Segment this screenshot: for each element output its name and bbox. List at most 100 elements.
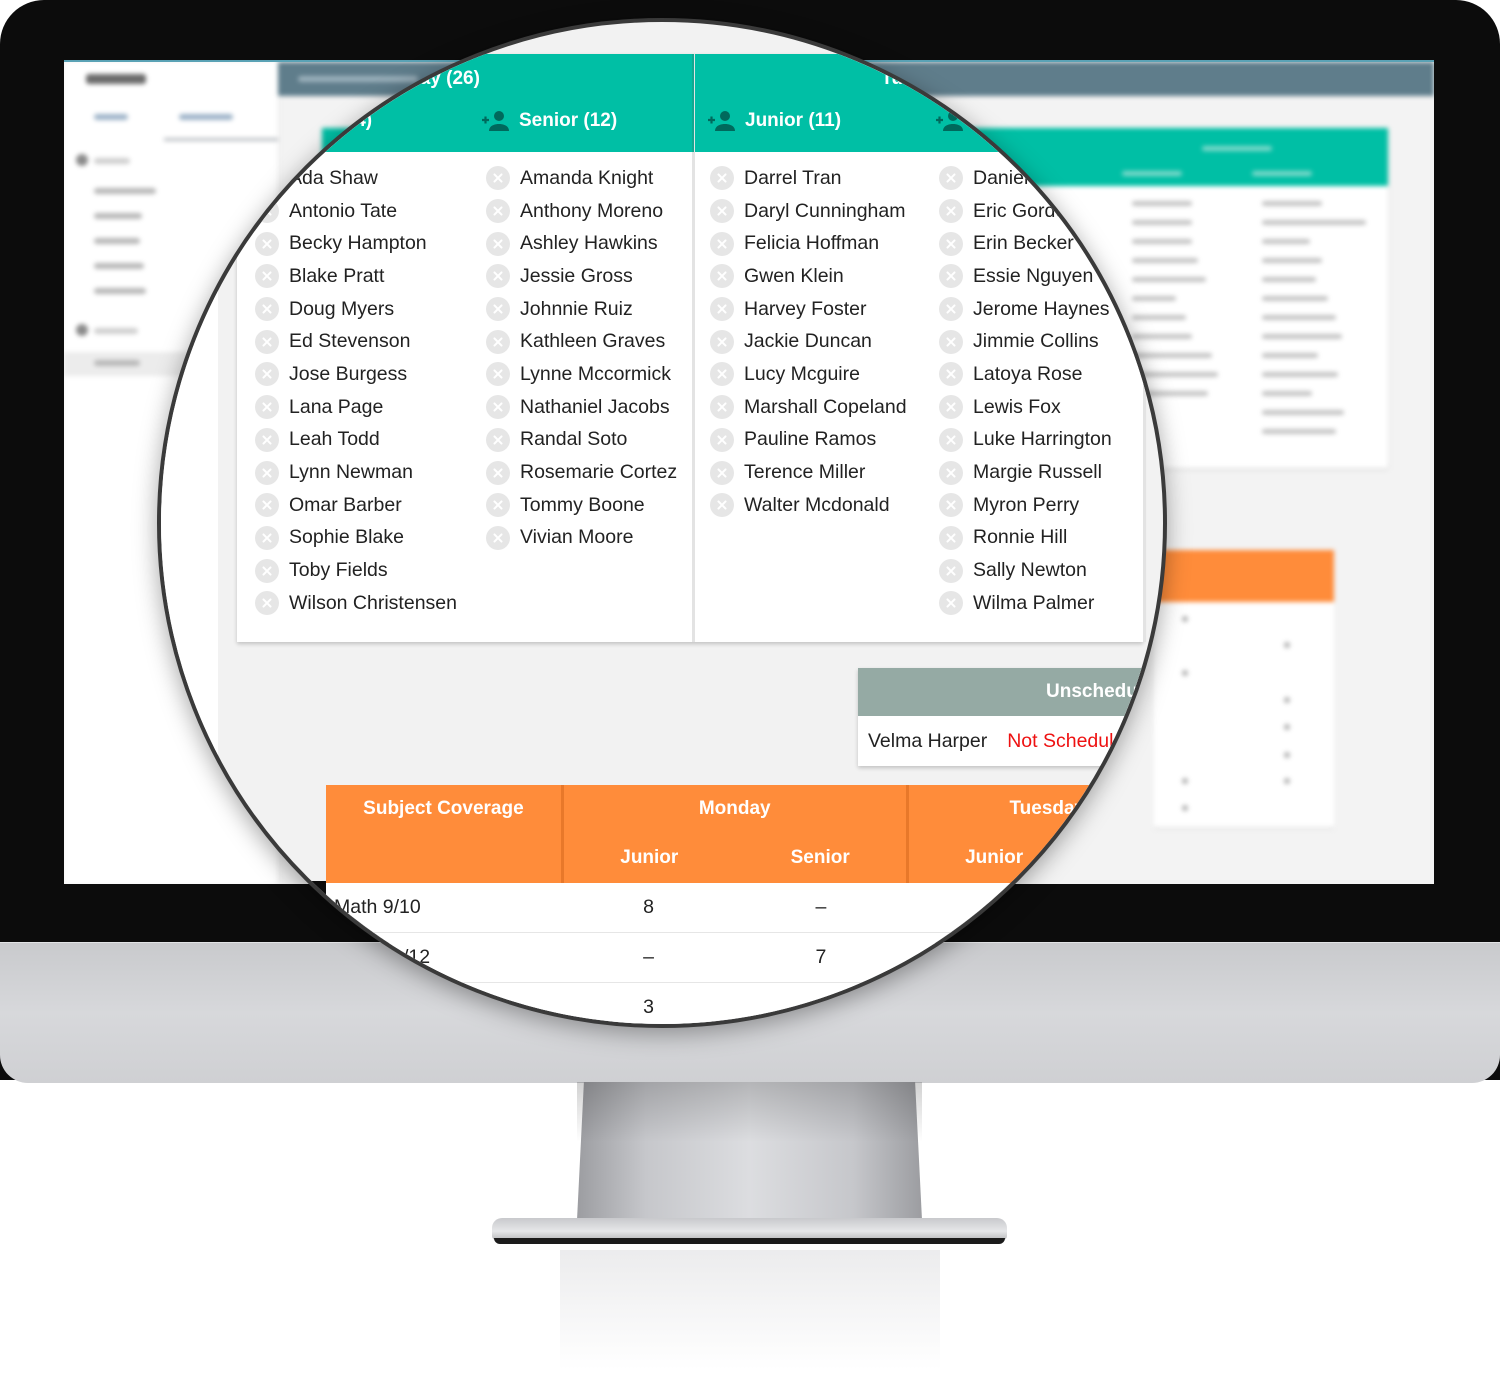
remove-student-icon[interactable] [486, 264, 510, 289]
remove-student-icon[interactable] [939, 329, 963, 354]
sidebar-item[interactable] [94, 213, 142, 219]
student-name: Margie Russell [973, 461, 1102, 484]
group-label-bg [1252, 171, 1312, 176]
sidebar-item[interactable] [94, 263, 144, 269]
student-name: Sophie Blake [289, 526, 404, 549]
remove-student-icon[interactable] [710, 166, 734, 191]
remove-student-icon[interactable] [486, 297, 510, 322]
remove-student-icon[interactable] [939, 231, 963, 256]
remove-student-icon[interactable] [939, 427, 963, 452]
add-person-icon[interactable] [935, 110, 965, 132]
student-item: Ada Shaw [255, 162, 457, 195]
student-name: Velma Harper [868, 729, 988, 752]
name-bg [1262, 258, 1322, 263]
coverage-subheader: Senior [734, 833, 908, 883]
remove-student-icon[interactable] [710, 329, 734, 354]
remove-student-icon[interactable] [486, 395, 510, 420]
student-name: Lynn Newman [289, 461, 413, 484]
remove-student-icon[interactable] [939, 460, 963, 485]
coverage-value: 8 [562, 883, 735, 933]
add-person-icon[interactable] [481, 110, 511, 132]
student-item: Gwen Klein [710, 260, 907, 293]
student-item: Toby Fields [255, 554, 457, 587]
remove-student-icon[interactable] [710, 231, 734, 256]
sidebar-item[interactable] [94, 360, 140, 366]
remove-student-icon[interactable] [255, 395, 279, 420]
remove-student-icon[interactable] [486, 525, 510, 550]
group-header-junior[interactable]: Junior (14) [237, 110, 372, 132]
coverage-day-header: Tuesday [905, 785, 1163, 833]
remove-student-icon[interactable] [939, 525, 963, 550]
remove-student-icon[interactable] [486, 231, 510, 256]
student-name: Kathleen Graves [520, 330, 666, 353]
day-header: Tuesday Junior (11) Senior [695, 54, 1143, 152]
remove-student-icon[interactable] [710, 264, 734, 289]
remove-student-icon[interactable] [710, 297, 734, 322]
remove-student-icon[interactable] [710, 427, 734, 452]
remove-student-icon[interactable] [255, 166, 279, 191]
remove-student-icon[interactable] [939, 558, 963, 583]
subject-coverage-table: Subject Coverage Monday Tuesday Junior S… [326, 785, 1163, 1024]
remove-student-icon[interactable] [710, 493, 734, 518]
add-person-icon[interactable] [707, 110, 737, 132]
remove-student-icon[interactable] [255, 199, 279, 224]
remove-student-icon[interactable] [486, 460, 510, 485]
remove-student-icon[interactable] [486, 329, 510, 354]
remove-student-icon[interactable] [255, 493, 279, 518]
remove-student-icon[interactable] [486, 166, 510, 191]
add-person-icon[interactable] [237, 110, 267, 132]
remove-student-icon[interactable] [255, 591, 279, 616]
student-item: Antonio Tate [255, 195, 457, 228]
remove-student-icon[interactable] [710, 460, 734, 485]
remove-student-icon[interactable] [939, 199, 963, 224]
group-header-senior[interactable]: Senior [935, 110, 1032, 132]
remove-student-icon[interactable] [255, 264, 279, 289]
remove-student-icon[interactable] [939, 362, 963, 387]
remove-student-icon[interactable] [939, 493, 963, 518]
remove-student-icon[interactable] [255, 427, 279, 452]
remove-student-icon[interactable] [255, 231, 279, 256]
group-header-junior[interactable]: Junior (11) [707, 110, 841, 132]
sidebar-tab-input[interactable] [94, 114, 128, 120]
remove-student-icon[interactable] [486, 199, 510, 224]
unscheduled-card: Unscheduled Velma Harper Not Scheduled [858, 668, 1163, 766]
subject-name: Math 9/10 [326, 883, 563, 933]
coverage-value [734, 982, 908, 1024]
student-item: Sophie Blake [255, 522, 457, 555]
student-item: Walter Mcdonald [710, 489, 907, 522]
remove-student-icon[interactable] [939, 395, 963, 420]
remove-student-icon[interactable] [710, 199, 734, 224]
remove-student-icon[interactable] [939, 264, 963, 289]
remove-student-icon[interactable] [255, 297, 279, 322]
student-item: Essie Nguyen [939, 260, 1112, 293]
day-column-monday: Monday (26) Junior (14) Senior (12) Ada … [237, 54, 695, 642]
remove-student-icon[interactable] [486, 362, 510, 387]
remove-student-icon[interactable] [939, 297, 963, 322]
sidebar-item[interactable] [94, 238, 140, 244]
remove-student-icon[interactable] [255, 460, 279, 485]
remove-student-icon[interactable] [939, 166, 963, 191]
student-name: Ada Shaw [289, 166, 378, 189]
remove-student-icon[interactable] [710, 395, 734, 420]
remove-student-icon[interactable] [255, 362, 279, 387]
remove-student-icon[interactable] [255, 558, 279, 583]
group-header-senior[interactable]: Senior (12) [481, 110, 617, 132]
value-bg [1182, 805, 1188, 811]
coverage-subheader [1079, 833, 1163, 883]
sidebar-item[interactable] [94, 188, 156, 194]
student-name: Tommy Boone [520, 493, 645, 516]
remove-student-icon[interactable] [255, 329, 279, 354]
remove-student-icon[interactable] [710, 362, 734, 387]
unscheduled-row[interactable]: Velma Harper Not Scheduled [858, 716, 1163, 766]
student-name: Essie Nguyen [973, 264, 1094, 287]
remove-student-icon[interactable] [255, 525, 279, 550]
student-name: Randal Soto [520, 428, 628, 451]
remove-student-icon[interactable] [486, 427, 510, 452]
remove-student-icon[interactable] [486, 493, 510, 518]
remove-student-icon[interactable] [939, 591, 963, 616]
student-item: Lucy Mcguire [710, 358, 907, 391]
sidebar-item[interactable] [94, 288, 146, 294]
value-bg [1284, 752, 1290, 758]
student-item: Eric Gordon [939, 195, 1112, 228]
student-item: Latoya Rose [939, 358, 1112, 391]
